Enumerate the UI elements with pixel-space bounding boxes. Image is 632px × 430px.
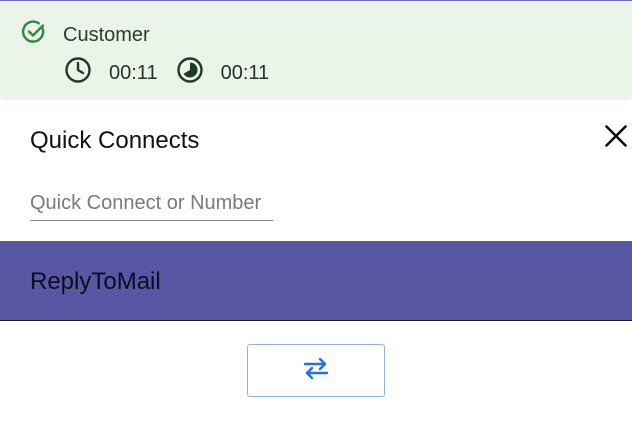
status-row: Customer [21,19,150,50]
clock-icon [64,56,92,89]
ccp-window: Customer 00:11 00:11 Quick Connects Quic… [0,0,632,430]
after-contact-time: 00:11 [220,61,270,84]
swap-arrows-icon [302,356,330,385]
contact-status-label: Customer [63,23,150,46]
close-button[interactable] [600,122,632,154]
quick-connect-item-label: ReplyToMail [30,268,161,295]
quick-connect-item-replytomail[interactable]: ReplyToMail [0,241,632,321]
transfer-button[interactable] [247,344,385,397]
timer-row: 00:11 00:11 [64,56,269,89]
pie-timer-icon [176,56,204,89]
contact-status-panel: Customer 00:11 00:11 [0,1,632,100]
close-icon [604,124,628,153]
quick-connects-title: Quick Connects [30,127,200,154]
check-circle-icon [21,19,47,50]
elapsed-time: 00:11 [109,61,158,84]
quick-connect-search-input[interactable] [30,186,273,221]
